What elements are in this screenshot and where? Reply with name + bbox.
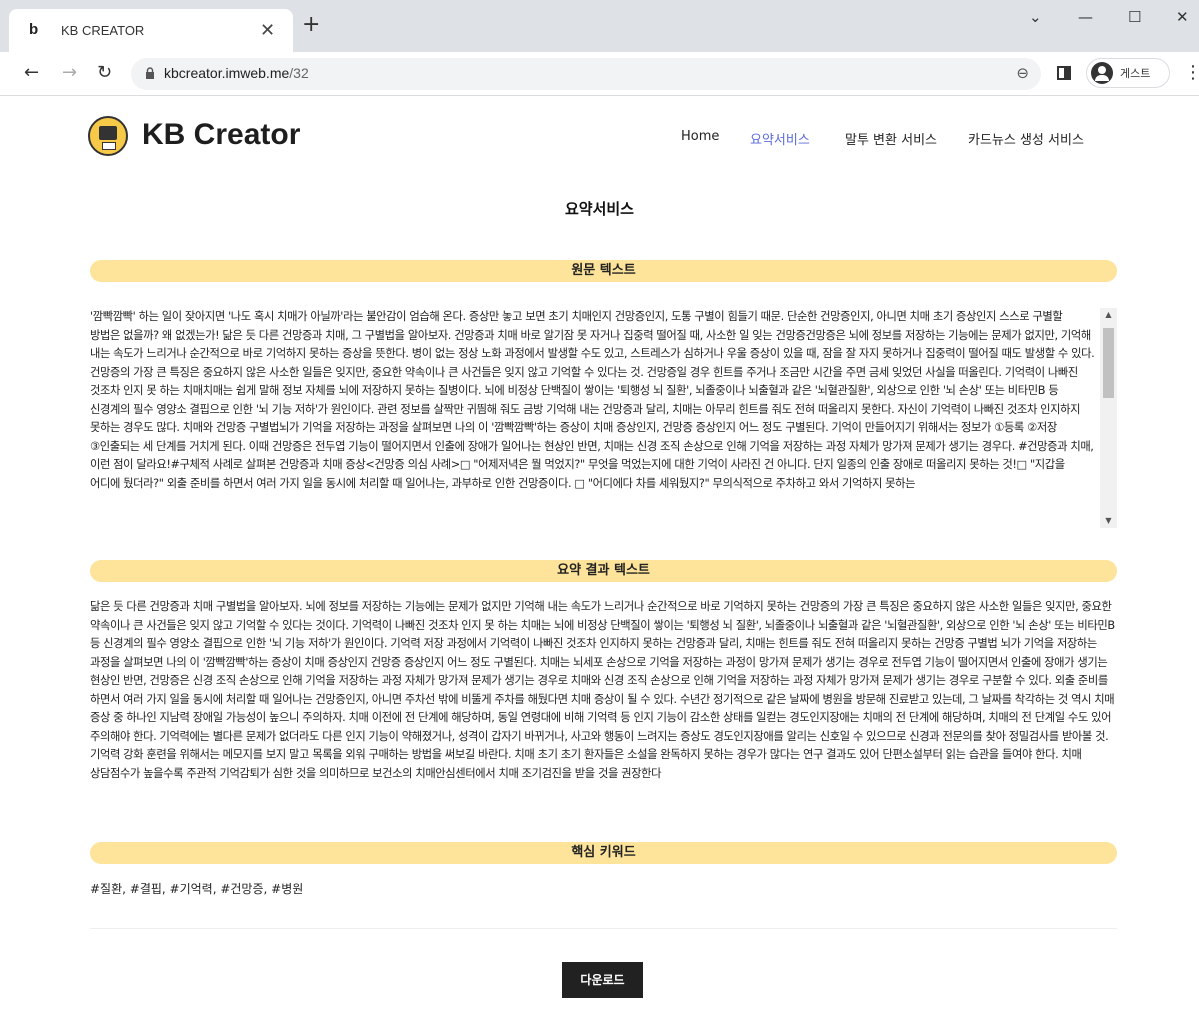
scroll-up-icon[interactable]: ▲ bbox=[1100, 308, 1117, 322]
back-arrow-icon[interactable]: ← bbox=[24, 62, 39, 83]
page-title: 요약서비스 bbox=[564, 200, 634, 218]
side-panel-icon[interactable] bbox=[1057, 66, 1071, 80]
keywords-text: #질환, #결핍, #기억력, #건망증, #병원 bbox=[90, 882, 304, 896]
browser-tabstrip: b KB CREATOR ✕ + ⌄ — ☐ ✕ bbox=[0, 0, 1199, 52]
url-host: kbcreator.imweb.me bbox=[164, 65, 290, 81]
original-text-header: 원문 텍스트 bbox=[90, 260, 1117, 282]
url-path: /32 bbox=[289, 65, 309, 81]
nav-cardnews[interactable]: 카드뉴스 생성 서비스 bbox=[968, 129, 1084, 148]
keywords-header: 핵심 키워드 bbox=[90, 842, 1117, 864]
original-text-area[interactable]: '깜빡깜빡' 하는 일이 잦아지면 '나도 혹시 치매가 아닐까'라는 불안감이… bbox=[90, 308, 1095, 530]
reload-icon[interactable]: ↻ bbox=[97, 62, 112, 83]
profile-button[interactable]: 게스트 bbox=[1086, 58, 1170, 88]
new-tab-icon[interactable]: + bbox=[302, 14, 320, 36]
scroll-down-icon[interactable]: ▼ bbox=[1100, 514, 1117, 528]
tab-close-icon[interactable]: ✕ bbox=[260, 20, 275, 41]
site-header: KB Creator Home 요약서비스 말투 변환 서비스 카드뉴스 생성 … bbox=[0, 96, 1199, 186]
logo-icon[interactable] bbox=[88, 116, 128, 156]
more-menu-icon[interactable]: ⋮ bbox=[1184, 62, 1199, 83]
address-bar: ← → ↻ kbcreator.imweb.me/32 ⊖ bbox=[0, 52, 1199, 96]
original-text-scrollbar[interactable]: ▲ ▼ bbox=[1100, 308, 1117, 528]
profile-label: 게스트 bbox=[1120, 67, 1151, 80]
url-text: kbcreator.imweb.me/32 bbox=[164, 65, 309, 81]
summary-text: 닮은 듯 다른 건망증과 치매 구별법을 알아보자. 뇌에 정보를 저장하는 기… bbox=[90, 600, 1115, 780]
nav-summary-service[interactable]: 요약서비스 bbox=[750, 129, 810, 148]
browser-tab[interactable]: b KB CREATOR ✕ bbox=[9, 9, 293, 52]
nav-home[interactable]: Home bbox=[681, 129, 719, 144]
nav-tone-conversion[interactable]: 말투 변환 서비스 bbox=[845, 129, 937, 148]
scroll-thumb[interactable] bbox=[1103, 328, 1114, 398]
lock-icon bbox=[146, 67, 154, 79]
page-content: KB Creator Home 요약서비스 말투 변환 서비스 카드뉴스 생성 … bbox=[0, 96, 1199, 1009]
summary-text-header: 요약 결과 텍스트 bbox=[90, 560, 1117, 582]
window-close-icon[interactable]: ✕ bbox=[1176, 8, 1189, 26]
download-button[interactable]: 다운로드 bbox=[562, 962, 643, 998]
tab-title: KB CREATOR bbox=[61, 23, 145, 38]
tab-search-chevron-icon[interactable]: ⌄ bbox=[1029, 8, 1042, 26]
site-favicon-icon: b bbox=[29, 21, 39, 38]
url-input[interactable]: kbcreator.imweb.me/32 ⊖ bbox=[131, 58, 1041, 90]
logo-text[interactable]: KB Creator bbox=[142, 118, 300, 152]
forward-arrow-icon[interactable]: → bbox=[62, 62, 77, 83]
avatar-icon bbox=[1091, 62, 1113, 84]
minimize-icon[interactable]: — bbox=[1078, 8, 1093, 26]
maximize-icon[interactable]: ☐ bbox=[1128, 8, 1141, 26]
divider bbox=[90, 928, 1117, 929]
zoom-icon[interactable]: ⊖ bbox=[1016, 64, 1029, 82]
